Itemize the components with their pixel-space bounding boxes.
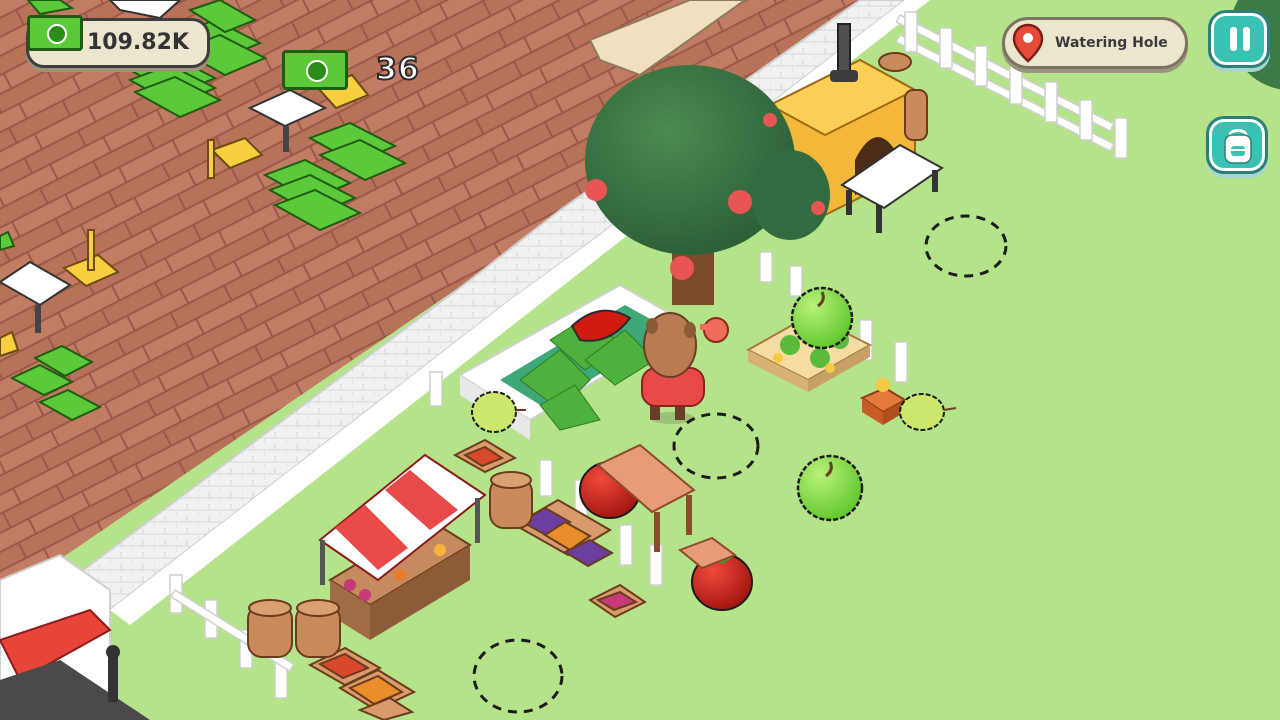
green-apple[interactable] [790, 286, 854, 350]
pause-button[interactable] [1208, 10, 1270, 68]
backpack-icon [1224, 129, 1252, 164]
map-pin-icon [1012, 23, 1044, 63]
cash-stack-icon [27, 15, 83, 51]
inventory-button[interactable] [1206, 116, 1268, 174]
game-world[interactable] [0, 0, 1280, 720]
location-name: Watering Hole [1055, 35, 1168, 51]
cash-bill-icon [282, 50, 348, 90]
money-value: 109.82K [87, 30, 189, 55]
money-counter: 109.82K [26, 15, 210, 68]
location-label[interactable]: Watering Hole [1002, 17, 1188, 69]
game-viewport[interactable]: 109.82K 36 Watering Hole [0, 0, 1280, 720]
green-apple[interactable] [796, 454, 864, 522]
pause-icon [1230, 27, 1250, 51]
cash-popup-count: 36 [375, 51, 420, 88]
